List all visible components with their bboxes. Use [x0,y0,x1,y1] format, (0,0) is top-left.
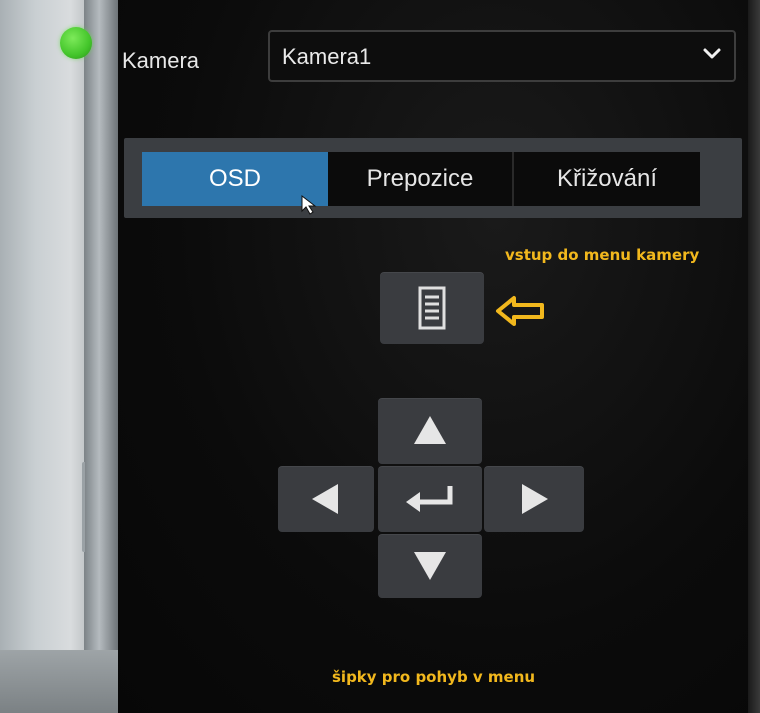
menu-list-icon [418,286,446,330]
mouse-cursor-icon [301,194,317,215]
up-button[interactable] [378,398,482,464]
arrows-hint-annotation: šipky pro pohyb v menu [332,668,536,686]
left-button[interactable] [278,466,374,532]
tab-krizovani[interactable]: Křižování [514,152,700,206]
ptz-control-panel [118,0,748,713]
outline-arrow-left-icon [496,296,544,326]
arrow-up-icon [414,416,446,444]
enter-icon [406,486,453,512]
window-frame [84,0,118,713]
tab-prepozice[interactable]: Prepozice [328,152,514,206]
camera-menu-button[interactable] [380,272,484,344]
arrow-down-icon [414,552,446,580]
chevron-down-icon [703,48,721,59]
status-indicator-icon [60,27,92,59]
enter-button[interactable] [378,466,482,532]
camera-select-value: Kamera1 [282,44,372,69]
menu-hint-annotation: vstup do menu kamery [505,246,700,264]
camera-select[interactable]: Kamera1 [268,30,736,82]
window-sill [0,650,118,713]
camera-label: Kamera [122,48,200,73]
monitor-bezel [748,0,760,713]
right-button[interactable] [484,466,584,532]
arrow-right-icon [522,484,548,514]
tab-bar: OSD Prepozice Křižování [124,138,742,218]
arrow-left-icon [312,484,338,514]
window-handle [82,462,99,552]
down-button[interactable] [378,534,482,598]
photo-of-dvr-screen: Kamera Kamera1 OSD Prepozice Křižování v… [0,0,760,713]
